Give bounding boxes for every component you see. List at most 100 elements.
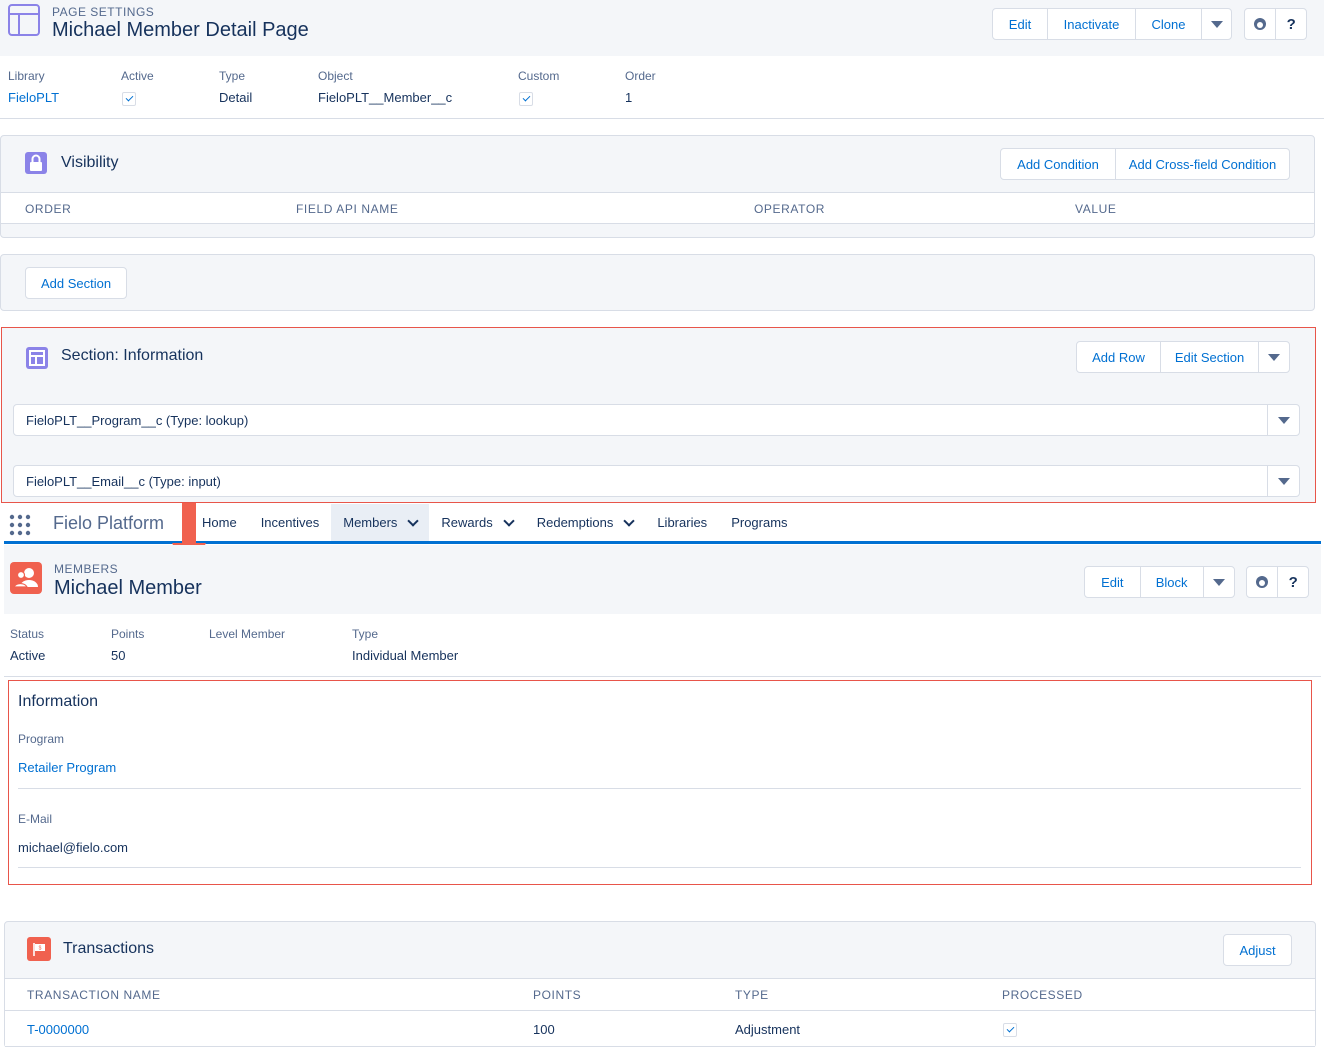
- member-title: Michael Member: [54, 577, 202, 599]
- nav-item-label: Libraries: [657, 515, 708, 530]
- transaction-name-link[interactable]: T-0000000: [27, 1022, 89, 1037]
- column-value: VALUE: [1075, 202, 1117, 216]
- column-points: POINTS: [533, 988, 582, 1002]
- divider: [18, 788, 1301, 789]
- setup-assistant-button[interactable]: [1245, 9, 1275, 39]
- divider: [18, 867, 1301, 868]
- chevron-down-icon[interactable]: [623, 514, 635, 527]
- nav-item-members[interactable]: Members: [331, 504, 430, 541]
- order-value: 1: [625, 90, 633, 105]
- member-icon: [10, 562, 42, 594]
- row-menu-button[interactable]: [1267, 466, 1299, 496]
- add-condition-button[interactable]: Add Condition: [1001, 149, 1115, 179]
- nav-item-rewards[interactable]: Rewards: [429, 504, 524, 541]
- section-actions: Add Row Edit Section: [1076, 341, 1290, 373]
- custom-checkbox: [519, 92, 533, 106]
- section-title: Section: Information: [61, 347, 204, 364]
- points-label: Points: [111, 627, 145, 641]
- member-assistant-button[interactable]: [1247, 567, 1277, 597]
- nav-item-libraries[interactable]: Libraries: [645, 504, 719, 541]
- status-value: Active: [10, 648, 46, 663]
- column-transaction-name: TRANSACTION NAME: [27, 988, 161, 1002]
- add-section-button[interactable]: Add Section: [26, 268, 126, 298]
- row-menu-button[interactable]: [1267, 405, 1299, 435]
- page-settings-eyebrow: PAGE SETTINGS: [52, 5, 155, 19]
- page-title: Michael Member Detail Page: [52, 19, 309, 41]
- divider: [5, 1046, 1315, 1047]
- clone-button[interactable]: Clone: [1135, 9, 1201, 39]
- visibility-actions: Add Condition Add Cross-field Condition: [1000, 148, 1290, 180]
- chevron-down-icon: [1277, 416, 1290, 424]
- transactions-icon: $: [27, 937, 51, 961]
- help-actions: ?: [1244, 8, 1307, 40]
- level-member-label: Level Member: [209, 627, 286, 641]
- nav-item-label: Rewards: [441, 515, 493, 530]
- chevron-down-icon: [1277, 477, 1290, 485]
- edit-button[interactable]: Edit: [993, 9, 1047, 39]
- page-actions: Edit Inactivate Clone: [992, 8, 1232, 40]
- order-label: Order: [625, 69, 656, 83]
- information-title: Information: [18, 693, 99, 710]
- divider: [0, 118, 1324, 119]
- column-field-api-name: FIELD API NAME: [296, 202, 399, 216]
- edit-section-button[interactable]: Edit Section: [1160, 342, 1258, 372]
- more-actions-button[interactable]: [1201, 9, 1231, 39]
- chevron-down-icon: [1268, 353, 1280, 361]
- chevron-down-icon[interactable]: [503, 514, 515, 527]
- nav-item-redemptions[interactable]: Redemptions: [525, 504, 646, 541]
- column-operator: OPERATOR: [754, 202, 826, 216]
- processed-checkbox: [1003, 1023, 1017, 1037]
- type-value: Detail: [219, 90, 253, 105]
- visibility-table-header: [1, 192, 1314, 224]
- help-button[interactable]: ?: [1275, 9, 1306, 39]
- custom-label: Custom: [518, 69, 560, 83]
- adjust-button[interactable]: Adjust: [1224, 935, 1291, 965]
- column-type: TYPE: [735, 988, 769, 1002]
- block-button[interactable]: Block: [1139, 567, 1203, 597]
- app-launcher-icon[interactable]: [9, 514, 31, 536]
- assistant-icon: [1256, 576, 1269, 588]
- library-value[interactable]: FieloPLT: [8, 90, 59, 105]
- row-label: FieloPLT__Program__c (Type: lookup): [26, 412, 249, 428]
- active-checkbox: [122, 92, 136, 106]
- nav-item-incentives[interactable]: Incentives: [249, 504, 332, 541]
- transaction-points: 100: [533, 1022, 555, 1037]
- chevron-down-icon: [1212, 578, 1225, 586]
- inactivate-button[interactable]: Inactivate: [1047, 9, 1135, 39]
- svg-text:$: $: [39, 946, 42, 952]
- section-row-program[interactable]: FieloPLT__Program__c (Type: lookup): [13, 404, 1300, 436]
- member-help-button[interactable]: ?: [1277, 567, 1308, 597]
- column-processed: PROCESSED: [1002, 988, 1083, 1002]
- adjust-wrapper: Adjust: [1223, 934, 1292, 966]
- add-cross-field-condition-button[interactable]: Add Cross-field Condition: [1115, 149, 1289, 179]
- transactions-title: Transactions: [63, 940, 154, 957]
- email-value: michael@fielo.com: [18, 840, 129, 855]
- program-value[interactable]: Retailer Program: [18, 760, 116, 775]
- member-type-label: Type: [352, 627, 379, 641]
- status-label: Status: [10, 627, 45, 641]
- chevron-down-icon: [1210, 20, 1223, 28]
- add-section-card: [0, 254, 1315, 311]
- divider: [4, 676, 1321, 677]
- nav-items: Home Incentives Members Rewards Redemptions L…: [190, 504, 800, 541]
- nav-item-label: Members: [343, 515, 398, 530]
- member-more-button[interactable]: [1202, 567, 1234, 597]
- page-layout-icon: [8, 4, 40, 36]
- object-value: FieloPLT__Member__c: [318, 90, 453, 105]
- add-row-button[interactable]: Add Row: [1077, 342, 1160, 372]
- points-value: 50: [111, 648, 126, 663]
- transaction-type: Adjustment: [735, 1022, 801, 1037]
- transactions-table: [5, 978, 1315, 1048]
- section-menu-button[interactable]: [1258, 342, 1289, 372]
- section-row-email[interactable]: FieloPLT__Email__c (Type: input): [13, 465, 1300, 497]
- member-edit-button[interactable]: Edit: [1085, 567, 1140, 597]
- member-eyebrow: MEMBERS: [54, 562, 119, 576]
- active-label: Active: [121, 69, 154, 83]
- section-layout-icon: [25, 346, 49, 370]
- nav-item-label: Redemptions: [536, 515, 614, 530]
- chevron-down-icon[interactable]: [407, 514, 420, 527]
- member-type-value: Individual Member: [352, 648, 459, 663]
- nav-item-programs[interactable]: Programs: [719, 504, 799, 541]
- add-section-wrapper: Add Section: [25, 267, 127, 299]
- library-label: Library: [8, 69, 45, 83]
